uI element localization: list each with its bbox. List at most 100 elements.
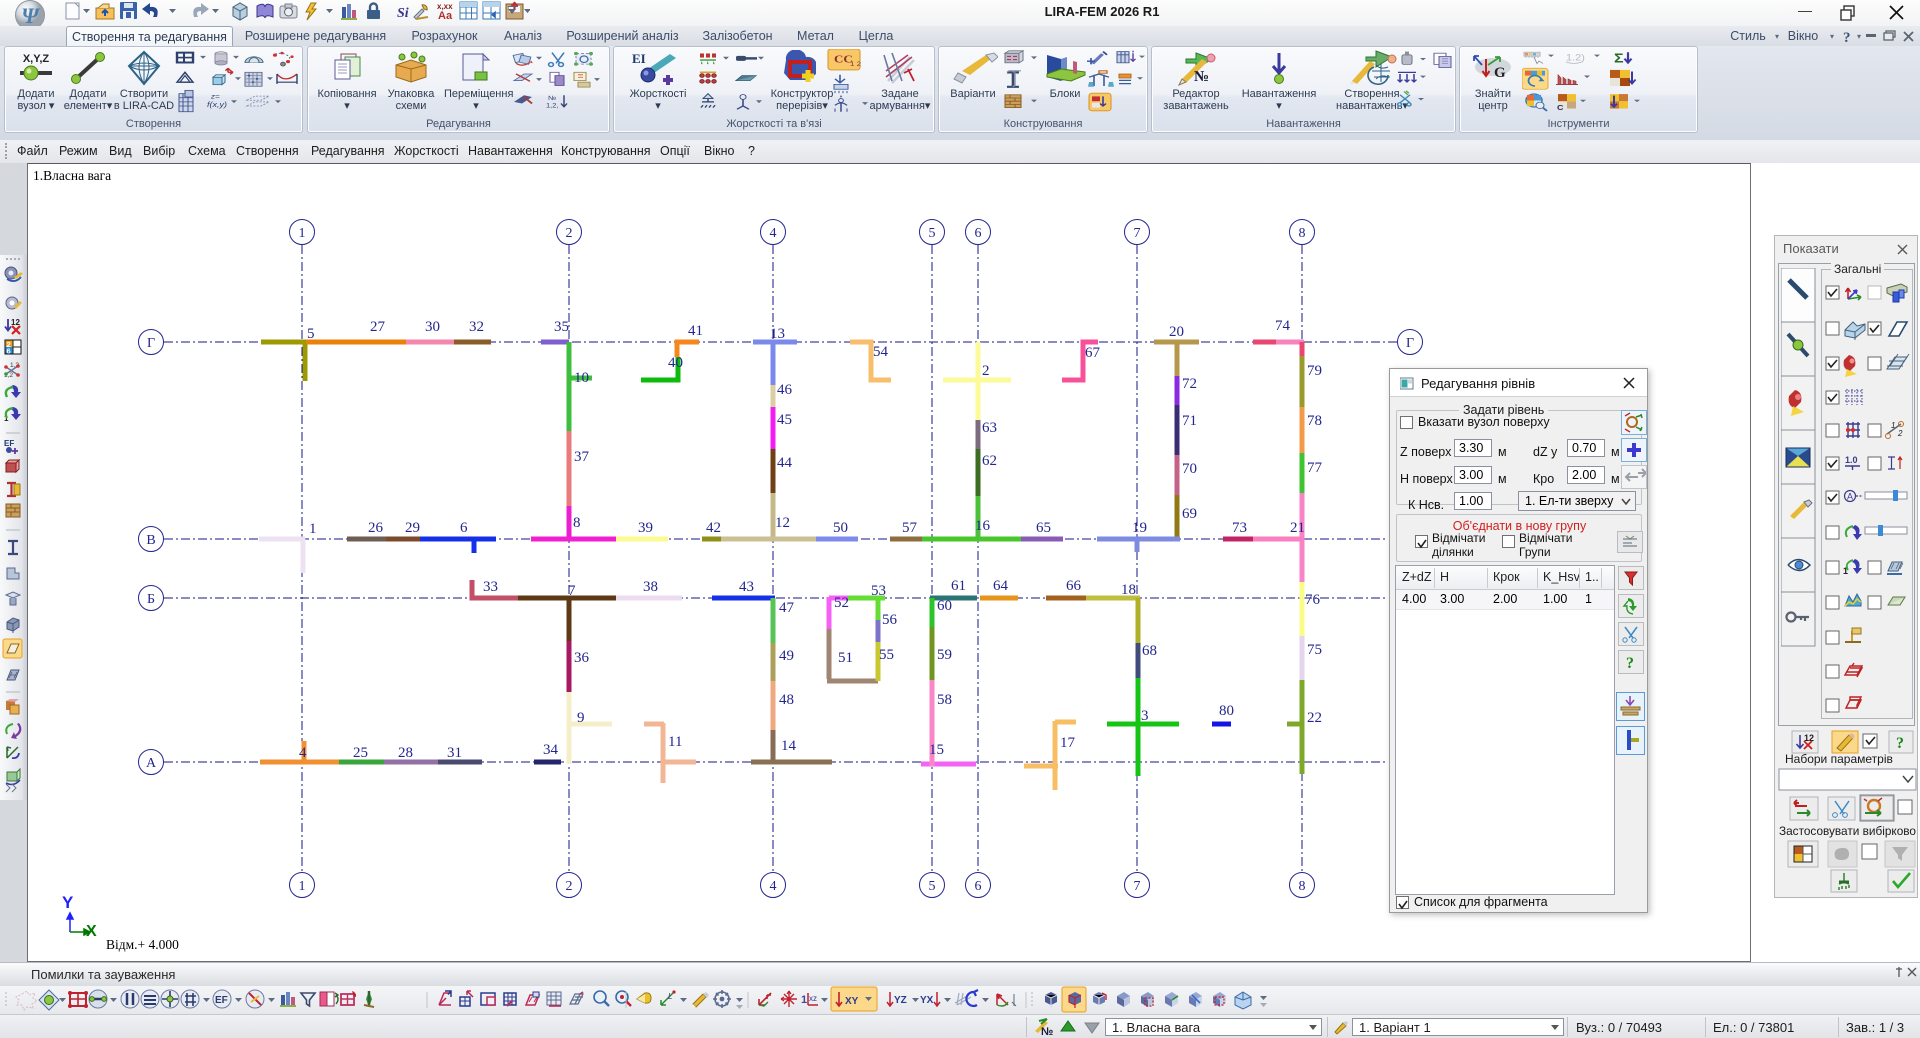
svg-text:EF: EF	[4, 439, 14, 448]
svg-text:15: 15	[929, 742, 944, 758]
svg-text:76: 76	[1305, 592, 1321, 608]
svg-text:1: 1	[309, 521, 317, 537]
svg-text:14: 14	[781, 738, 797, 754]
svg-text:7: 7	[1134, 879, 1141, 894]
svg-text:8: 8	[1299, 879, 1306, 894]
svg-text:39: 39	[638, 520, 653, 536]
svg-text:1.0: 1.0	[1845, 455, 1858, 465]
svg-text:1 2: 1 2	[850, 60, 861, 68]
svg-text:2: 2	[566, 226, 573, 241]
svg-text:73: 73	[1232, 520, 1247, 536]
svg-text:53: 53	[871, 583, 886, 599]
svg-text:19: 19	[1132, 520, 1147, 536]
svg-text:20: 20	[1169, 324, 1184, 340]
svg-text:61: 61	[951, 578, 966, 594]
svg-text:X: X	[86, 923, 97, 940]
svg-text:79: 79	[1307, 363, 1322, 379]
svg-text:YZ: YZ	[894, 995, 907, 1006]
svg-text:Si: Si	[397, 6, 409, 21]
svg-text:1.Власна вага: 1.Власна вага	[33, 168, 111, 183]
svg-text:38: 38	[643, 579, 658, 595]
svg-text:31: 31	[447, 745, 462, 761]
svg-text:z=: z=	[210, 92, 221, 100]
svg-text:30: 30	[425, 319, 440, 335]
svg-text:3: 3	[1141, 708, 1149, 724]
svg-text:25: 25	[353, 745, 368, 761]
svg-text:59: 59	[937, 647, 952, 663]
svg-text:27: 27	[370, 319, 386, 335]
svg-text:А: А	[146, 756, 157, 771]
svg-text:46: 46	[777, 382, 793, 398]
svg-text:C: C	[1557, 104, 1564, 112]
svg-text:1: 1	[299, 879, 306, 894]
svg-text:48: 48	[779, 692, 794, 708]
svg-text:Г: Г	[147, 336, 155, 351]
svg-text:Набори параметрів: Набори параметрів	[1785, 752, 1893, 766]
svg-text:56: 56	[882, 612, 898, 628]
svg-text:42: 42	[706, 520, 721, 536]
svg-text:33: 33	[483, 579, 498, 595]
svg-text:77: 77	[1307, 460, 1323, 476]
svg-text:66: 66	[1066, 578, 1082, 594]
svg-text:8: 8	[573, 515, 581, 531]
svg-text:№: №	[548, 96, 556, 102]
svg-text:5: 5	[929, 226, 936, 241]
svg-text:5: 5	[929, 879, 936, 894]
svg-text:9: 9	[577, 710, 585, 726]
svg-text:64: 64	[993, 578, 1009, 594]
svg-text:74: 74	[1275, 318, 1291, 334]
svg-text:№: №	[1041, 1026, 1053, 1037]
svg-text:18: 18	[1121, 582, 1136, 598]
svg-text:2: 2	[566, 879, 573, 894]
svg-text:68: 68	[1142, 643, 1157, 659]
svg-text:7: 7	[1134, 226, 1141, 241]
svg-text:43: 43	[739, 579, 754, 595]
svg-text:40: 40	[668, 355, 683, 371]
svg-text:2: 2	[982, 363, 990, 379]
svg-text:22: 22	[1307, 710, 1322, 726]
svg-text:1,2,: 1,2,	[546, 103, 559, 109]
svg-text:35: 35	[554, 319, 569, 335]
svg-text:67: 67	[1085, 345, 1101, 361]
svg-text:75: 75	[1307, 642, 1322, 658]
svg-text:YX: YX	[920, 995, 934, 1006]
svg-text:2: 2	[1897, 429, 1903, 438]
svg-text:Г: Г	[1406, 336, 1414, 351]
svg-text:6: 6	[975, 879, 982, 894]
svg-text:f(x,y): f(x,y)	[207, 101, 227, 109]
svg-text:4: 4	[770, 879, 777, 894]
svg-text:57: 57	[902, 520, 918, 536]
svg-text:37: 37	[574, 449, 590, 465]
svg-text:В: В	[146, 533, 155, 548]
svg-text:55: 55	[879, 647, 894, 663]
svg-text:Відм.+ 4.000: Відм.+ 4.000	[106, 937, 179, 952]
svg-text:71: 71	[1182, 413, 1197, 429]
svg-text:4: 4	[299, 745, 307, 761]
svg-text:41: 41	[688, 323, 703, 339]
svg-text:1: 1	[299, 226, 306, 241]
svg-text:16: 16	[975, 518, 991, 534]
svg-text:36: 36	[574, 650, 590, 666]
svg-text:28: 28	[398, 745, 413, 761]
svg-text:58: 58	[937, 692, 952, 708]
svg-text:1.2): 1.2)	[1566, 53, 1585, 63]
svg-text:63: 63	[982, 420, 997, 436]
svg-text:XY: XY	[845, 996, 859, 1007]
svg-text:6: 6	[975, 226, 982, 241]
svg-text:G: G	[1494, 65, 1506, 81]
svg-text:4: 4	[770, 226, 777, 241]
svg-text:EI: EI	[632, 51, 646, 66]
svg-text:65: 65	[1036, 520, 1051, 536]
svg-text:8: 8	[1299, 226, 1306, 241]
svg-text:5: 5	[307, 326, 315, 342]
svg-text:Застосовувати вибірково: Застосовувати вибірково	[1779, 824, 1916, 838]
svg-text:xz: xz	[809, 994, 817, 1003]
svg-text:?: ?	[1843, 30, 1851, 44]
svg-text:1: 1	[801, 994, 807, 1006]
svg-text:X,Y,Z: X,Y,Z	[23, 53, 50, 65]
svg-text:60: 60	[937, 598, 952, 614]
svg-text:L: L	[668, 992, 672, 1001]
svg-text:44: 44	[777, 455, 793, 471]
svg-text:Σ: Σ	[1614, 52, 1624, 66]
svg-text:№: №	[1194, 69, 1209, 85]
